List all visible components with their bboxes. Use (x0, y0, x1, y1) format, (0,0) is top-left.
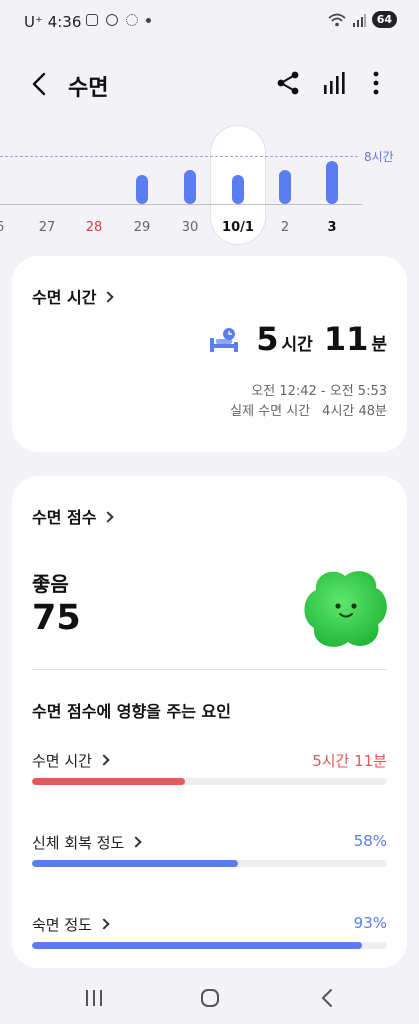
app-bar: 수면 (0, 56, 419, 112)
sleep-bar[interactable] (184, 170, 196, 204)
back-arrow-icon[interactable] (26, 70, 54, 98)
chevron-right-icon (130, 836, 143, 848)
factor-label-text: 숙면 정도 (32, 916, 92, 934)
chevron-right-icon (102, 291, 115, 303)
day-label[interactable]: 6 (0, 220, 20, 235)
day-label[interactable]: 29 (122, 220, 162, 235)
axis-line (0, 204, 362, 205)
signal-icon (352, 13, 366, 27)
score-rating: 좋음 (32, 572, 69, 596)
actual-sleep: 실제 수면 시간 4시간 48분 (230, 404, 387, 419)
sleep-bar[interactable] (232, 175, 244, 204)
factor-value: 93% (353, 914, 387, 932)
factor-value: 58% (353, 832, 387, 850)
factors-title: 수면 점수에 영향을 주는 요인 (32, 702, 231, 721)
goal-line (0, 156, 358, 157)
sleep-bar[interactable] (279, 170, 291, 204)
status-right: 64 (328, 11, 397, 28)
sleep-score-card[interactable]: 수면 점수 좋음 75 수면 점수에 영향을 주는 요인 수면 시간 5시간 11… (12, 476, 407, 968)
sleep-minutes: 11 (323, 320, 369, 358)
share-icon[interactable] (276, 70, 300, 96)
factor-value: 5시간 11분 (312, 752, 387, 770)
sleep-bar[interactable] (326, 161, 338, 204)
factor-progress-track (32, 778, 387, 785)
factor-label-text: 신체 회복 정도 (32, 834, 125, 852)
score-value: 75 (32, 598, 81, 638)
factor-label[interactable]: 숙면 정도 (32, 914, 110, 935)
day-label[interactable]: 3 (312, 220, 352, 235)
sleep-time-card[interactable]: 수면 시간 5 시간 11 분 오전 12:42 - 오전 5:53 실제 수면… (12, 256, 407, 452)
sleep-bar[interactable] (136, 175, 148, 204)
factor-label[interactable]: 신체 회복 정도 (32, 832, 143, 853)
factor-row[interactable]: 숙면 정도 93% (32, 914, 387, 954)
factor-progress-track (32, 942, 387, 949)
app-notification-icon (126, 14, 138, 26)
date-strip[interactable]: 8시간 6 27 28 29 30 10/1 23 (0, 118, 419, 250)
goal-label: 8시간 (364, 150, 394, 164)
bar-chart-icon[interactable] (322, 70, 348, 96)
status-bar: U⁺ 4:36 64 (0, 0, 419, 44)
factor-progress-track (32, 860, 387, 867)
factor-progress-fill (32, 778, 185, 785)
sleep-time-title[interactable]: 수면 시간 (32, 284, 115, 308)
chrome-icon (106, 14, 118, 26)
factor-progress-fill (32, 860, 238, 867)
chevron-right-icon (98, 754, 110, 766)
day-label[interactable]: 28 (74, 220, 114, 235)
sleep-hours-unit: 시간 (281, 335, 313, 355)
battery-icon: 64 (371, 11, 397, 28)
day-label[interactable]: 10/1 (218, 220, 258, 235)
factor-label-text: 수면 시간 (32, 752, 92, 770)
more-notifications-icon (146, 17, 151, 23)
factor-row[interactable]: 신체 회복 정도 58% (32, 832, 387, 872)
notification-icons (86, 14, 151, 26)
screenshot-icon (86, 14, 98, 26)
status-carrier-time: U⁺ 4:36 (24, 13, 82, 31)
recents-icon[interactable] (84, 988, 104, 1008)
divider (32, 669, 387, 670)
home-icon[interactable] (200, 988, 220, 1008)
day-label[interactable]: 27 (27, 220, 67, 235)
page-title: 수면 (68, 76, 109, 101)
more-options-icon[interactable] (366, 70, 386, 96)
sleep-hours: 5 (256, 320, 279, 358)
sleep-duration: 5 시간 11 분 (256, 320, 387, 358)
day-label[interactable]: 30 (170, 220, 210, 235)
day-label[interactable]: 2 (265, 220, 305, 235)
bed-icon (210, 328, 238, 352)
nav-back-icon[interactable] (318, 988, 338, 1008)
chevron-right-icon (102, 511, 115, 523)
sleep-minutes-unit: 분 (371, 335, 387, 355)
factor-row[interactable]: 수면 시간 5시간 11분 (32, 750, 387, 790)
factor-label[interactable]: 수면 시간 (32, 750, 110, 771)
sleep-score-title[interactable]: 수면 점수 (32, 504, 115, 528)
factor-progress-fill (32, 942, 363, 949)
mascot-character-icon (304, 571, 387, 647)
wifi-icon (328, 13, 346, 26)
sleep-range: 오전 12:42 - 오전 5:53 (251, 384, 387, 399)
chevron-right-icon (98, 918, 110, 930)
navigation-bar (0, 976, 419, 1024)
